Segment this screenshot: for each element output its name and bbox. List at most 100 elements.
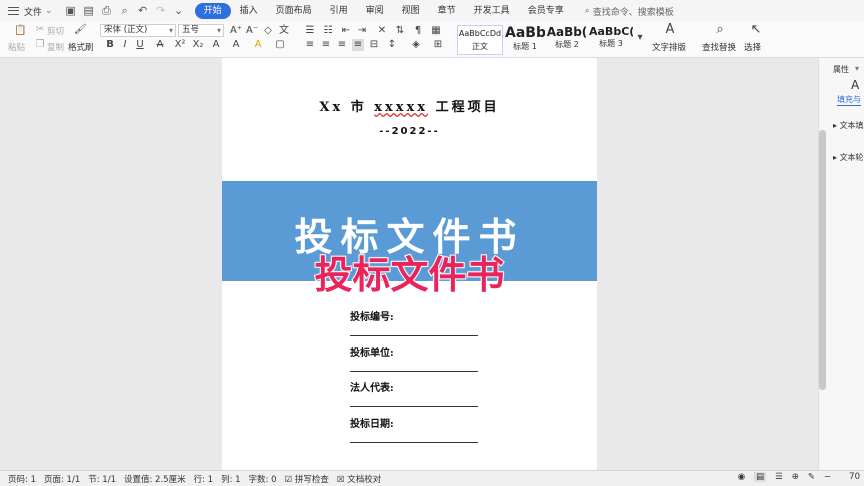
- undo-icon[interactable]: ↶: [137, 5, 149, 17]
- show-marks-icon[interactable]: ¶: [412, 25, 424, 37]
- file-menu-label[interactable]: 文件: [24, 5, 42, 18]
- text-fill-icon[interactable]: A: [851, 78, 859, 92]
- cut-button[interactable]: 剪切: [47, 25, 64, 37]
- web-view-icon[interactable]: ⊕: [792, 472, 799, 482]
- bold-icon[interactable]: B: [104, 39, 116, 51]
- text-layout-icon[interactable]: A: [664, 23, 676, 36]
- spell-check-toggle[interactable]: ☑ 拼写检查: [285, 473, 329, 485]
- borders-icon[interactable]: ⊞: [432, 39, 444, 51]
- field-bid-date[interactable]: 投标日期:: [350, 415, 482, 443]
- menu-icon[interactable]: [8, 7, 19, 15]
- phonetic-icon[interactable]: 文: [278, 25, 290, 37]
- format-painter-icon[interactable]: 🖌: [74, 24, 87, 36]
- bullet-list-icon[interactable]: ☰: [304, 25, 316, 37]
- status-page-code[interactable]: 页码: 1: [8, 473, 36, 485]
- copy-button[interactable]: 复制: [47, 41, 64, 53]
- eye-icon[interactable]: ◉: [738, 472, 745, 482]
- underline-icon[interactable]: U: [134, 39, 146, 51]
- tab-3[interactable]: 引用: [321, 3, 357, 19]
- redo-icon[interactable]: ↷: [155, 5, 167, 17]
- paste-icon[interactable]: 📋: [14, 25, 26, 37]
- align-right-icon[interactable]: ≡: [336, 39, 348, 51]
- align-left-icon[interactable]: ≡: [304, 39, 316, 51]
- increase-indent-icon[interactable]: ⇥: [356, 25, 368, 37]
- numbered-list-icon[interactable]: ☷: [322, 25, 334, 37]
- select-button[interactable]: 选择: [744, 41, 761, 53]
- text-effect-icon[interactable]: A: [230, 39, 242, 51]
- char-border-icon[interactable]: ▢: [274, 39, 286, 51]
- export-icon[interactable]: ▤: [83, 5, 95, 17]
- line-spacing-icon[interactable]: ↕: [386, 39, 398, 51]
- status-pages[interactable]: 页面: 1/1: [44, 473, 80, 485]
- text-layout-button[interactable]: 文字排版: [652, 41, 686, 53]
- tab-fill-outline[interactable]: 填充与: [837, 94, 861, 106]
- status-section[interactable]: 节: 1/1: [88, 473, 116, 485]
- zoom-out-icon[interactable]: −: [824, 472, 831, 482]
- find-replace-button[interactable]: 查找替换: [702, 41, 736, 53]
- justify-icon[interactable]: ≡: [352, 39, 364, 51]
- page-view-icon[interactable]: ▤: [754, 472, 767, 482]
- sort-icon[interactable]: ⇅: [394, 25, 406, 37]
- tab-1[interactable]: 插入: [231, 3, 267, 19]
- font-color-icon[interactable]: A: [210, 39, 222, 51]
- field-legal-rep[interactable]: 法人代表:: [350, 379, 482, 407]
- field-bid-unit[interactable]: 投标单位:: [350, 344, 482, 372]
- tab-6[interactable]: 章节: [429, 3, 465, 19]
- expand-text-fill[interactable]: ▸ 文本填: [833, 120, 864, 131]
- style-heading-1[interactable]: AaBb 标题 1: [505, 25, 545, 55]
- tab-2[interactable]: 页面布局: [267, 3, 321, 19]
- preview-icon[interactable]: ⌕: [119, 5, 131, 17]
- align-center-icon[interactable]: ≡: [320, 39, 332, 51]
- vertical-scrollbar[interactable]: [819, 130, 826, 390]
- distribute-icon[interactable]: ⊟: [368, 39, 380, 51]
- field-bid-number[interactable]: 投标编号:: [350, 308, 482, 336]
- print-icon[interactable]: ⎙: [101, 5, 113, 17]
- style-normal[interactable]: AaBbCcDd 正文: [457, 25, 503, 55]
- save-icon[interactable]: ▣: [65, 5, 77, 17]
- tab-5[interactable]: 视图: [393, 3, 429, 19]
- subscript-icon[interactable]: X₂: [192, 39, 204, 51]
- strikethrough-icon[interactable]: A: [154, 39, 166, 51]
- paste-button[interactable]: 粘贴: [8, 41, 25, 53]
- expand-text-outline[interactable]: ▸ 文本轮: [833, 152, 864, 163]
- style-heading-2[interactable]: AaBb( 标题 2: [546, 25, 588, 55]
- pen-icon[interactable]: ✎: [808, 472, 815, 482]
- superscript-icon[interactable]: X²: [174, 39, 186, 51]
- cut-icon[interactable]: ✂: [34, 24, 46, 36]
- grow-font-icon[interactable]: A⁺: [230, 25, 242, 37]
- font-name-select[interactable]: 宋体 (正文): [100, 24, 176, 37]
- document-year[interactable]: --2022--: [222, 126, 597, 137]
- doc-proof-toggle[interactable]: ☒ 文档校对: [337, 473, 381, 485]
- chevron-down-icon[interactable]: ▾: [855, 64, 859, 73]
- font-size-select[interactable]: 五号: [178, 24, 224, 37]
- select-icon[interactable]: ↖: [750, 23, 762, 36]
- status-words[interactable]: 字数: 0: [249, 473, 277, 485]
- copy-icon[interactable]: ❐: [34, 39, 46, 51]
- decrease-indent-icon[interactable]: ⇤: [340, 25, 352, 37]
- chinese-layout-icon[interactable]: ✕: [376, 25, 388, 37]
- shading-icon[interactable]: ◈: [410, 39, 422, 51]
- find-replace-icon[interactable]: ⌕: [714, 23, 726, 36]
- document-page[interactable]: Xx 市 xxxxx 工程项目 --2022-- 投标文件书 投标文件书 投标编…: [222, 58, 597, 470]
- tab-7[interactable]: 开发工具: [465, 3, 519, 19]
- title-bar: 文件 ⌄ ▣ ▤ ⎙ ⌕ ↶ ↷ ⌄ 开始 插入 页面布局 引用 审阅 视图 章节 开发工具会…: [0, 0, 864, 22]
- document-title[interactable]: Xx 市 xxxxx 工程项目: [222, 96, 597, 115]
- outline-view-icon[interactable]: ☰: [775, 472, 783, 482]
- styles-expand-icon[interactable]: ▾: [634, 32, 646, 44]
- tab-0[interactable]: 开始: [194, 3, 231, 19]
- tab-4[interactable]: 审阅: [357, 3, 393, 19]
- tab-8[interactable]: 会员专享: [519, 3, 573, 19]
- status-setting[interactable]: 设置值: 2.5厘米: [124, 473, 186, 485]
- highlight-icon[interactable]: A: [252, 39, 264, 51]
- italic-icon[interactable]: I: [119, 39, 131, 51]
- document-workspace[interactable]: Xx 市 xxxxx 工程项目 --2022-- 投标文件书 投标文件书 投标编…: [0, 58, 818, 470]
- format-painter-button[interactable]: 格式刷: [68, 41, 94, 53]
- zoom-level[interactable]: 70: [849, 472, 860, 482]
- style-heading-3[interactable]: AaBbC( 标题 3: [589, 25, 633, 55]
- more-icon[interactable]: ⌄: [173, 5, 185, 17]
- shrink-font-icon[interactable]: A⁻: [246, 25, 258, 37]
- command-search[interactable]: ⌕ 查找命令、搜索模板: [585, 5, 674, 18]
- table-icon[interactable]: ▦: [430, 25, 442, 37]
- file-menu[interactable]: 文件 ⌄: [0, 5, 53, 18]
- clear-format-icon[interactable]: ◇: [262, 25, 274, 37]
